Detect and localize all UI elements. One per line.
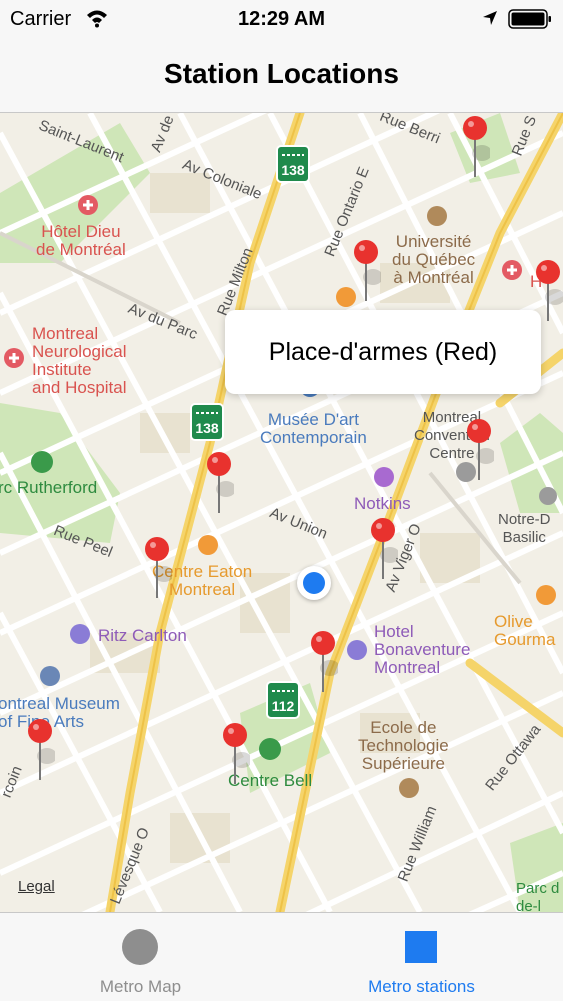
highway-shield: 138 <box>190 403 224 441</box>
station-callout[interactable]: Place-d'armes (Red) <box>225 310 541 394</box>
highway-number: 138 <box>281 162 305 178</box>
tab-bar: Metro Map Metro stations <box>0 912 563 1001</box>
station-pin[interactable] <box>220 722 250 786</box>
highway-number: 112 <box>271 698 295 714</box>
station-pin[interactable] <box>460 115 490 179</box>
station-pin[interactable] <box>142 536 172 600</box>
station-pin[interactable] <box>308 630 338 694</box>
status-bar: Carrier 12:29 AM <box>0 0 563 40</box>
tab-metro-map[interactable]: Metro Map <box>0 913 281 1001</box>
poi-label-notre-dame: Notre-D Basilic <box>498 511 551 546</box>
location-arrow-icon <box>483 11 497 25</box>
tab-metro-stations[interactable]: Metro stations <box>281 913 562 1001</box>
callout-title: Place-d'armes (Red) <box>268 338 498 366</box>
page-title: Station Locations <box>164 58 399 89</box>
poi-label-ecole: Ecole de Technologie Supérieure <box>358 718 449 773</box>
tab-label: Metro Map <box>99 977 182 996</box>
poi-label-bonaventure: Hotel Bonaventure Montreal <box>374 622 471 677</box>
poi-label-musee: Musée D'art Contemporain <box>260 410 367 447</box>
navigation-bar: Station Locations <box>0 40 563 113</box>
battery-icon <box>508 9 551 29</box>
map-view[interactable]: Rue Berri Saint-Laurent Av de Av Colonia… <box>0 113 563 912</box>
poi-label-museum: ontreal Museum of Fine Arts <box>0 694 120 731</box>
highway-shield: 112 <box>266 681 300 719</box>
station-pin-selected[interactable] <box>464 418 494 482</box>
poi-label-uqam: Université du Québec à Montréal <box>392 232 476 287</box>
station-pin[interactable] <box>351 239 381 303</box>
highway-number: 138 <box>195 420 219 436</box>
station-pin[interactable] <box>25 718 55 782</box>
poi-label-parc: Parc d de-l <box>516 880 560 912</box>
square-icon <box>405 931 437 963</box>
poi-label-ritz-carlton: Ritz Carlton <box>98 626 187 645</box>
highway-shield: 138 <box>276 145 310 183</box>
user-location-dot <box>297 566 331 600</box>
tab-label: Metro stations <box>368 977 475 996</box>
legal-link[interactable]: Legal <box>18 878 55 895</box>
poi-label-olive: Olive Gourma <box>494 612 556 649</box>
status-time: 12:29 AM <box>237 8 326 30</box>
poi-label-hotel-dieu: Hôtel Dieu de Montréal <box>36 222 126 259</box>
station-pin[interactable] <box>368 517 398 581</box>
poi-label-parc-rutherford: rc Rutherford <box>0 478 98 497</box>
poi-label-neuro: Montreal Neurological Institute and Hosp… <box>32 324 127 397</box>
circle-icon <box>122 929 158 965</box>
poi-label-notkins: Notkins <box>354 494 411 513</box>
station-pin[interactable] <box>204 451 234 515</box>
